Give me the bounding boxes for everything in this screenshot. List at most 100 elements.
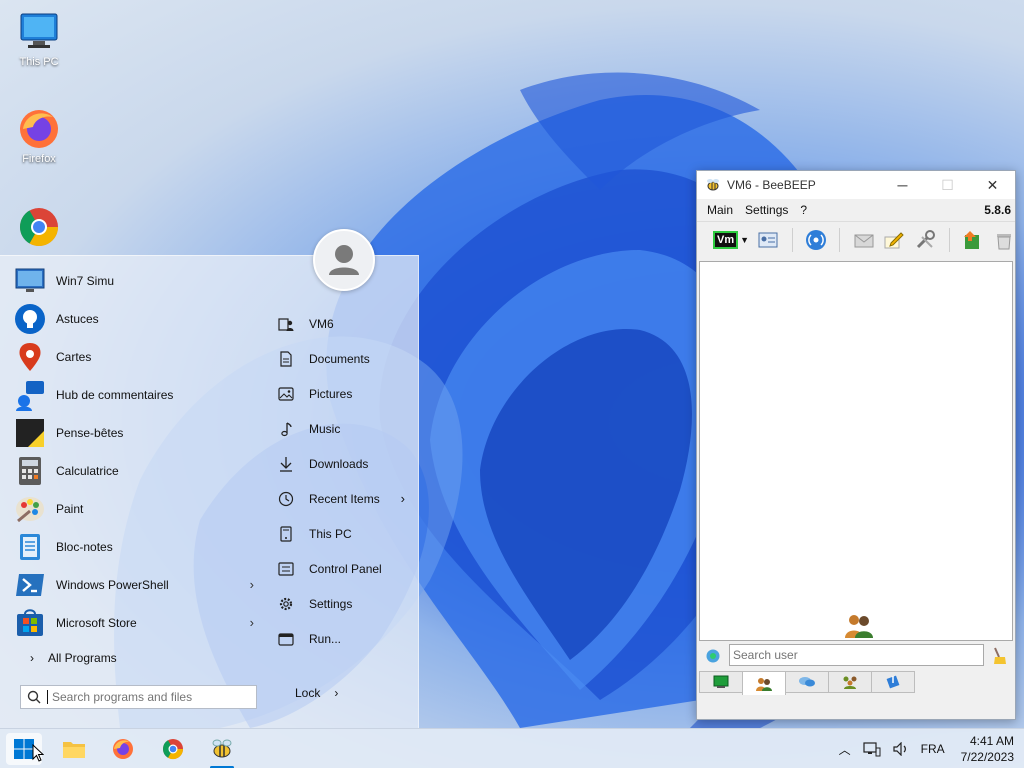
place-music[interactable]: Music bbox=[270, 411, 415, 446]
program-win7-simu[interactable]: Win7 Simu bbox=[14, 262, 260, 300]
program-astuces[interactable]: Astuces bbox=[14, 300, 260, 338]
tab-users[interactable] bbox=[742, 671, 786, 695]
taskbar-beebeep[interactable] bbox=[204, 733, 240, 765]
place-recent-items[interactable]: Recent Items › bbox=[270, 481, 415, 516]
write-button[interactable] bbox=[883, 227, 906, 253]
place-control-panel[interactable]: Control Panel bbox=[270, 551, 415, 586]
place-label: Control Panel bbox=[309, 561, 382, 576]
tools-button[interactable] bbox=[914, 227, 937, 253]
program-cartes[interactable]: Cartes bbox=[14, 338, 260, 376]
taskbar-chrome[interactable] bbox=[155, 733, 191, 765]
place-this-pc[interactable]: This PC bbox=[270, 516, 415, 551]
program-microsoft-store[interactable]: Microsoft Store › bbox=[14, 604, 260, 642]
profile-button[interactable] bbox=[757, 227, 780, 253]
place-label: Downloads bbox=[309, 456, 369, 471]
users-icon bbox=[756, 677, 772, 691]
place-documents[interactable]: Documents bbox=[270, 341, 415, 376]
program-windows-powershell[interactable]: Windows PowerShell › bbox=[14, 566, 260, 604]
taskbar: ︿ FRA 4:41 AM 7/22/2023 bbox=[0, 728, 1024, 768]
chrome-icon bbox=[19, 208, 59, 247]
exchange-button[interactable] bbox=[962, 227, 985, 253]
mail-button[interactable] bbox=[852, 227, 875, 253]
network-button[interactable] bbox=[805, 227, 828, 253]
search-user-box[interactable] bbox=[729, 644, 984, 666]
bee-icon bbox=[212, 739, 232, 758]
all-programs-button[interactable]: › All Programs bbox=[30, 651, 117, 665]
program-bloc-notes[interactable]: Bloc-notes bbox=[14, 528, 260, 566]
beebeep-window: VM6 - BeeBEEP ─ ☐ ✕ Main Settings ? 5.8.… bbox=[696, 170, 1016, 720]
program-pense-betes[interactable]: Pense-bêtes bbox=[14, 414, 260, 452]
palette-icon bbox=[14, 493, 46, 525]
place-label: Recent Items bbox=[309, 491, 380, 506]
speech-bubbles-icon bbox=[799, 677, 815, 687]
sticky-note-icon bbox=[14, 417, 46, 449]
folder-icon bbox=[63, 742, 85, 758]
program-paint[interactable]: Paint bbox=[14, 490, 260, 528]
title-bar[interactable]: VM6 - BeeBEEP ─ ☐ ✕ bbox=[697, 171, 1015, 199]
envelope-icon bbox=[854, 234, 874, 247]
tab-chat[interactable] bbox=[699, 671, 743, 693]
close-button[interactable]: ✕ bbox=[970, 171, 1015, 199]
toolbar-separator bbox=[791, 227, 793, 252]
status-globe-icon[interactable] bbox=[705, 648, 721, 664]
place-label: Music bbox=[309, 421, 341, 436]
profile-card-icon bbox=[758, 232, 778, 247]
desktop-icon-label: This PC bbox=[19, 56, 59, 68]
place-label: Settings bbox=[309, 596, 353, 611]
lock-button[interactable]: Lock › bbox=[295, 686, 338, 700]
menu-settings[interactable]: Settings bbox=[745, 203, 788, 217]
clear-button[interactable] bbox=[992, 227, 1015, 253]
place-run[interactable]: Run... bbox=[270, 621, 415, 656]
status-button[interactable]: Vm ▼ bbox=[713, 227, 749, 253]
program-hub-commentaires[interactable]: Hub de commentaires bbox=[14, 376, 260, 414]
place-vm6[interactable]: VM6 bbox=[270, 306, 415, 341]
place-pictures[interactable]: Pictures bbox=[270, 376, 415, 411]
volume-icon[interactable] bbox=[893, 742, 909, 756]
search-user-input[interactable] bbox=[733, 648, 973, 662]
chat-area[interactable] bbox=[699, 261, 1013, 641]
system-tray: ︿ FRA 4:41 AM 7/22/2023 bbox=[833, 729, 1024, 768]
place-settings[interactable]: Settings bbox=[270, 586, 415, 621]
store-icon bbox=[14, 607, 46, 639]
picture-icon bbox=[276, 384, 296, 404]
users-icon bbox=[845, 615, 873, 638]
all-programs-label: All Programs bbox=[48, 651, 117, 665]
desktop-icon-google[interactable] bbox=[1, 205, 77, 251]
clock[interactable]: 4:41 AM 7/22/2023 bbox=[961, 733, 1014, 765]
music-icon bbox=[276, 419, 296, 439]
menu-main[interactable]: Main bbox=[707, 203, 733, 217]
document-icon bbox=[276, 349, 296, 369]
user-avatar[interactable] bbox=[313, 229, 375, 291]
minimize-button[interactable]: ─ bbox=[880, 171, 925, 199]
menu-bar: Main Settings ? 5.8.6 bbox=[697, 199, 1015, 221]
tab-files[interactable] bbox=[871, 671, 915, 693]
broom-icon[interactable] bbox=[991, 647, 1007, 665]
place-label: Documents bbox=[309, 351, 370, 366]
language-indicator[interactable]: FRA bbox=[921, 742, 945, 756]
menu-help[interactable]: ? bbox=[800, 203, 807, 217]
toolbar: Vm ▼ bbox=[697, 221, 1015, 257]
firefox-icon bbox=[113, 739, 133, 759]
control-panel-icon bbox=[276, 559, 296, 579]
desktop-icon-this-pc[interactable]: This PC bbox=[1, 10, 77, 68]
taskbar-firefox[interactable] bbox=[105, 733, 141, 765]
chrome-icon bbox=[162, 739, 184, 760]
monitor-icon bbox=[20, 13, 58, 48]
chevron-up-icon[interactable]: ︿ bbox=[839, 741, 851, 758]
network-icon[interactable] bbox=[863, 741, 881, 757]
start-menu: Win7 Simu Astuces Cartes Hub de commenta… bbox=[0, 229, 419, 728]
chevron-down-icon: ▼ bbox=[740, 234, 750, 245]
firefox-icon bbox=[20, 110, 58, 148]
place-downloads[interactable]: Downloads bbox=[270, 446, 415, 481]
tab-groups[interactable] bbox=[828, 671, 872, 693]
start-search-input[interactable] bbox=[47, 690, 247, 704]
lock-label: Lock bbox=[295, 686, 321, 700]
desktop-icon-firefox[interactable]: Firefox bbox=[1, 107, 77, 165]
tab-messages[interactable] bbox=[785, 671, 829, 693]
computer-icon bbox=[276, 524, 296, 544]
start-search-box[interactable] bbox=[20, 685, 257, 709]
window-title: VM6 - BeeBEEP bbox=[727, 178, 816, 192]
mouse-cursor-icon bbox=[32, 744, 44, 762]
taskbar-file-explorer[interactable] bbox=[56, 733, 92, 765]
program-calculatrice[interactable]: Calculatrice bbox=[14, 452, 260, 490]
